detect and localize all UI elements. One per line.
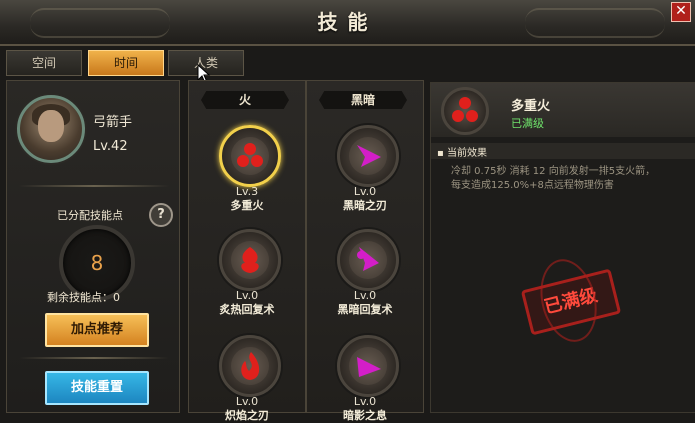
character-class: 弓箭手 — [93, 115, 133, 130]
skill-multi-fire[interactable] — [219, 125, 281, 187]
skill-icon-bg — [231, 347, 269, 385]
close-icon[interactable]: ✕ — [671, 2, 691, 22]
skill-shadow-breath[interactable] — [337, 335, 399, 397]
skill-name: 炽焰之刃 — [225, 409, 269, 422]
allocated-points-label: 已分配技能点 — [57, 209, 123, 222]
column-header-fire: 火 — [201, 91, 289, 109]
skill-name: 黑暗回复术 — [337, 303, 393, 316]
character-level: Lv.42 — [93, 139, 128, 154]
avatar-face — [38, 110, 64, 142]
skill-dark-heal[interactable] — [337, 229, 399, 291]
skill-column-dark: 黑暗 Lv.0 黑暗之刃 Lv.0 黑暗回复术 Lv.0 暗影之息 — [306, 80, 424, 422]
column-header-dark: 黑暗 — [319, 91, 407, 109]
skill-name: 多重火 — [230, 199, 264, 212]
skill-icon-bg — [349, 137, 387, 175]
remaining-points-label: 剩余技能点： — [47, 291, 113, 304]
remaining-points: 剩余技能点：0 — [47, 289, 120, 305]
triple-fire-icon — [237, 143, 263, 167]
dark-heal-icon — [357, 247, 379, 271]
remaining-points-value: 0 — [113, 291, 120, 304]
skill-icon-bg — [231, 137, 269, 175]
allocated-points-value: 8 — [90, 251, 104, 275]
skill-flame-blade[interactable] — [219, 335, 281, 397]
skill-icon-bg — [349, 347, 387, 385]
detail-header: 多重火 已满级 — [431, 83, 695, 137]
skill-name: 暗影之息 — [343, 409, 387, 422]
divider — [19, 185, 169, 187]
avatar — [17, 95, 85, 163]
effect-line-2: 每支造成125.0%+8点远程物理伤害 — [451, 180, 614, 191]
skill-scorch-heal[interactable] — [219, 229, 281, 291]
fire-heal-icon — [241, 247, 259, 273]
skill-icon-bg — [349, 241, 387, 279]
effect-line-1: 冷却 0.75秒 消耗 12 向前发射一排5支火箭， — [451, 166, 656, 177]
triple-fire-icon — [452, 97, 478, 122]
dark-blade-icon — [357, 145, 381, 167]
tab-space[interactable]: 空间 — [6, 50, 82, 76]
help-icon[interactable]: ? — [149, 203, 173, 227]
tab-bar: 空间 时间 人类 — [0, 46, 695, 84]
character-panel: 弓箭手 Lv.42 已分配技能点 ? 8 剩余技能点：0 加点推荐 技能重置 — [6, 80, 180, 413]
window-title: 技能 — [317, 10, 378, 34]
effect-title: ▪ 当前效果 — [437, 148, 487, 159]
divider — [19, 357, 169, 359]
skill-name: 炙热回复术 — [219, 303, 275, 316]
detail-skill-name: 多重火 — [511, 99, 551, 114]
skill-detail-panel: 多重火 已满级 ▪ 当前效果 冷却 0.75秒 消耗 12 向前发射一排5支火箭… — [430, 82, 695, 413]
effect-description: 冷却 0.75秒 消耗 12 向前发射一排5支火箭， 每支造成125.0%+8点… — [451, 165, 689, 193]
recommend-button[interactable]: 加点推荐 — [45, 313, 149, 347]
skill-icon-bg — [231, 241, 269, 279]
dark-wind-icon — [357, 357, 381, 377]
reset-button[interactable]: 技能重置 — [45, 371, 149, 405]
detail-skill-icon — [441, 87, 489, 135]
title-bar: 技能 ✕ — [0, 0, 695, 46]
flame-icon — [241, 352, 260, 380]
skill-column-fire: 火 Lv.3 多重火 Lv.0 炙热回复术 Lv.0 炽焰之刃 — [188, 80, 306, 422]
max-level-stamp: 已满级 — [520, 268, 622, 336]
skill-dark-blade[interactable] — [337, 125, 399, 187]
detail-skill-status: 已满级 — [511, 117, 544, 130]
tab-time[interactable]: 时间 — [88, 50, 164, 76]
effect-title-text: 当前效果 — [446, 148, 487, 159]
skill-name: 黑暗之刃 — [343, 199, 387, 212]
